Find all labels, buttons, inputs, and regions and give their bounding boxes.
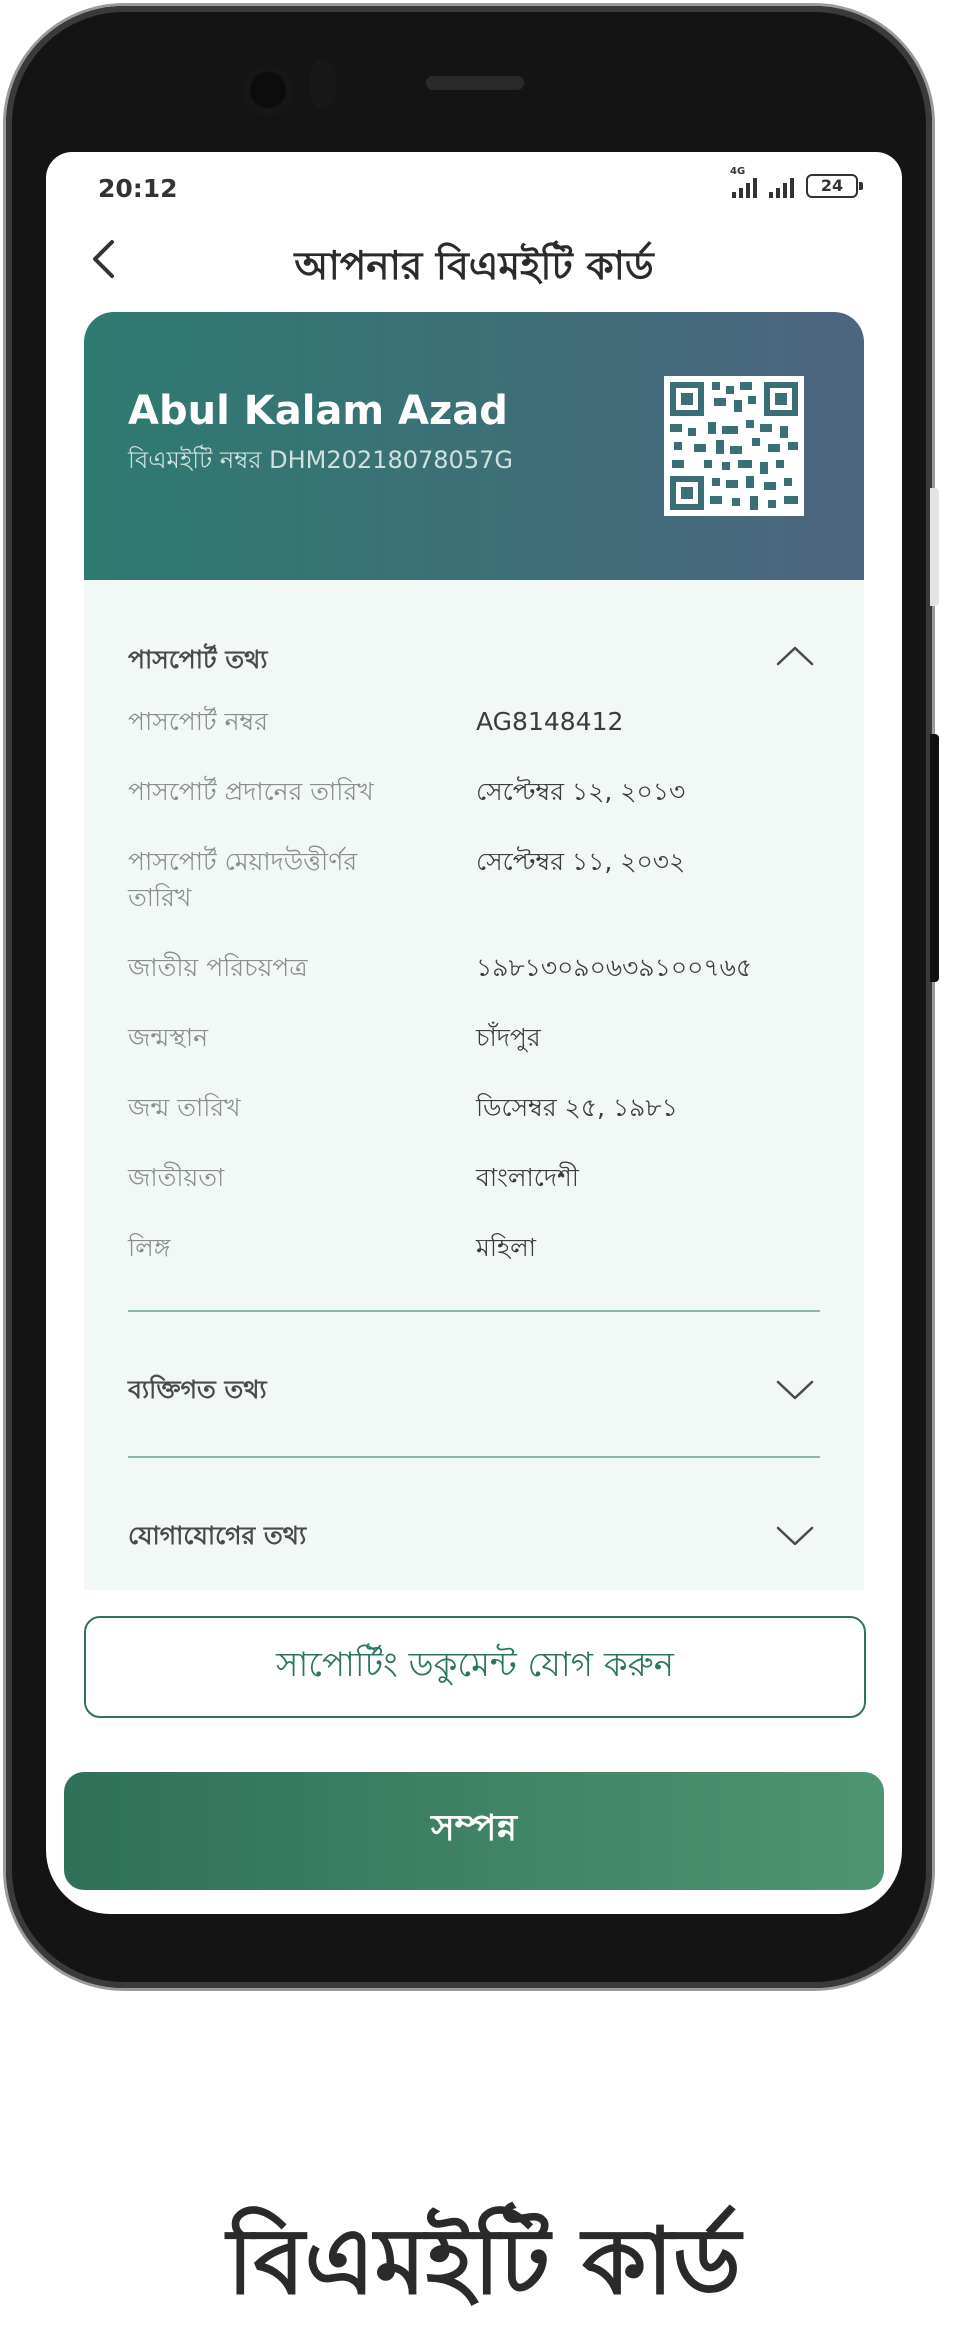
front-camera bbox=[242, 64, 294, 116]
proximity-sensor bbox=[310, 60, 336, 108]
chevron-up-icon[interactable] bbox=[772, 640, 818, 670]
chevron-down-icon[interactable] bbox=[772, 1520, 818, 1550]
done-button[interactable]: সম্পন্ন bbox=[64, 1772, 884, 1890]
promo-caption: বিএমইটি কার্ড bbox=[227, 2208, 741, 2315]
row-value-nid: ১৯৮১৩০৯০৬৩৯১০০৭৬৫ bbox=[476, 953, 753, 982]
bmet-card-header: Abul Kalam Azad বিএমইটি নম্বর DHM2021807… bbox=[84, 312, 864, 580]
row-value-gender: মহিলা bbox=[476, 1233, 537, 1262]
row-label-birth-date: জন্ম তারিখ bbox=[128, 1093, 241, 1122]
signal-icon bbox=[769, 176, 794, 198]
row-label-nid: জাতীয় পরিচয়পত্র bbox=[128, 953, 308, 982]
row-label-gender: লিঙ্গ bbox=[128, 1233, 171, 1262]
phone-power-button bbox=[930, 734, 939, 982]
app-header: আপনার বিএমইটি কার্ড bbox=[46, 214, 902, 314]
signal-4g-icon: 4G bbox=[730, 166, 757, 198]
app-screen: 20:12 4G 24 আপনার বিএমইটি কার্ড Abul Kal… bbox=[46, 152, 902, 1914]
row-value-birth-date: ডিসেম্বর ২৫, ১৯৮১ bbox=[476, 1093, 678, 1122]
status-time: 20:12 bbox=[98, 174, 178, 203]
add-supporting-document-button[interactable]: সাপোর্টিং ডকুমেন্ট যোগ করুন bbox=[84, 1616, 866, 1718]
section-title-passport[interactable]: পাসপোর্ট তথ্য bbox=[128, 640, 268, 683]
chevron-down-icon[interactable] bbox=[772, 1374, 818, 1404]
row-label-expiry-date: পাসপোর্ট মেয়াদউত্তীর্ণর তারিখ bbox=[128, 847, 358, 912]
network-tag: 4G bbox=[730, 166, 746, 177]
section-title-contact[interactable]: যোগাযোগের তথ্য bbox=[128, 1516, 306, 1559]
phone-frame: 20:12 4G 24 আপনার বিএমইটি কার্ড Abul Kal… bbox=[6, 6, 932, 1988]
earpiece-speaker bbox=[426, 76, 524, 90]
bmet-card-details: পাসপোর্ট তথ্য পাসপোর্ট নম্বর AG8148412 প… bbox=[84, 580, 864, 1590]
card-holder-name: Abul Kalam Azad bbox=[128, 388, 508, 434]
row-label-passport-number: পাসপোর্ট নম্বর bbox=[128, 707, 268, 736]
section-divider bbox=[128, 1310, 820, 1312]
qr-code[interactable] bbox=[664, 376, 804, 516]
row-value-birthplace: চাঁদপুর bbox=[476, 1023, 541, 1052]
page-title: আপনার বিএমইটি কার্ড bbox=[294, 244, 654, 289]
row-value-passport-number: AG8148412 bbox=[476, 707, 624, 736]
section-title-personal[interactable]: ব্যক্তিগত তথ্য bbox=[128, 1370, 267, 1413]
row-value-nationality: বাংলাদেশী bbox=[476, 1163, 579, 1192]
row-value-issue-date: সেপ্টেম্বর ১২, ২০১৩ bbox=[476, 777, 686, 806]
status-icons: 4G 24 bbox=[730, 166, 863, 198]
status-bar: 20:12 4G 24 bbox=[46, 152, 902, 214]
phone-side-button bbox=[930, 488, 939, 606]
row-label-issue-date: পাসপোর্ট প্রদানের তারিখ bbox=[128, 777, 374, 806]
bmet-number: বিএমইটি নম্বর DHM20218078057G bbox=[128, 446, 513, 474]
battery-icon: 24 bbox=[806, 174, 863, 198]
row-value-expiry-date: সেপ্টেম্বর ১১, ২০৩২ bbox=[476, 847, 686, 876]
row-label-nationality: জাতীয়তা bbox=[128, 1163, 225, 1192]
section-divider bbox=[128, 1456, 820, 1458]
row-label-birthplace: জন্মস্থান bbox=[128, 1023, 209, 1052]
